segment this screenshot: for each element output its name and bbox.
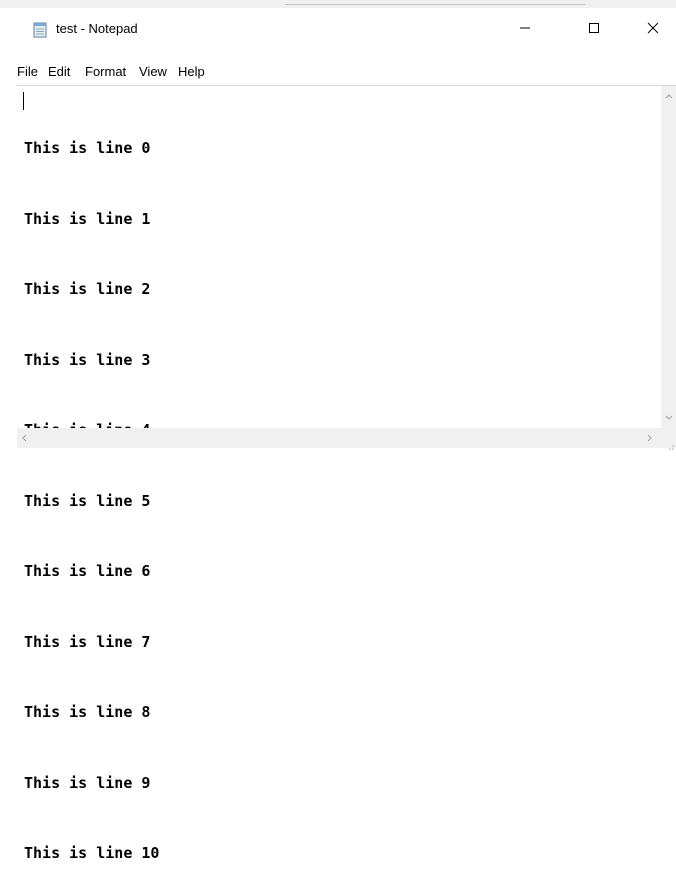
menu-help[interactable]: Help: [178, 64, 205, 79]
text-line: This is line 0: [24, 139, 151, 157]
menu-format[interactable]: Format: [85, 64, 126, 79]
text-line: This is line 6: [24, 562, 151, 580]
title-bar[interactable]: test - Notepad: [11, 10, 676, 46]
scroll-up-arrow-icon[interactable]: [665, 92, 673, 102]
minimize-icon: [519, 19, 531, 38]
vertical-scrollbar[interactable]: [661, 85, 676, 428]
text-line: This is line 1: [24, 209, 151, 228]
window-title: test - Notepad: [56, 21, 138, 36]
text-line: This is line 9: [24, 773, 151, 792]
scroll-down-arrow-icon[interactable]: [665, 414, 673, 424]
text-line: This is line 8: [24, 703, 151, 721]
menu-view[interactable]: View: [139, 64, 167, 79]
text-line: This is line 5: [24, 491, 151, 510]
menu-bar: File Edit Format View Help: [11, 60, 676, 84]
close-icon: [647, 19, 659, 38]
text-line: This is line 10: [24, 844, 160, 862]
notepad-window: test - Notepad File Edit Format View Hel…: [1, 10, 676, 862]
scroll-right-arrow-icon[interactable]: [647, 434, 653, 445]
resize-grip[interactable]: [661, 428, 676, 450]
maximize-icon: [588, 19, 600, 38]
horizontal-scrollbar[interactable]: [17, 428, 661, 448]
text-editor-area[interactable]: This is line 0 This is line 1 This is li…: [17, 85, 661, 862]
minimize-button[interactable]: [502, 10, 548, 46]
notepad-icon[interactable]: [32, 22, 48, 38]
background-window-edge: [285, 4, 585, 8]
scroll-left-arrow-icon[interactable]: [21, 434, 27, 445]
text-line: This is line 2: [24, 280, 151, 298]
menu-edit[interactable]: Edit: [48, 64, 70, 79]
background-window: [0, 0, 676, 8]
editor-content[interactable]: This is line 0 This is line 1 This is li…: [24, 90, 159, 876]
resize-grip-icon: [665, 436, 675, 455]
text-line: This is line 7: [24, 632, 151, 651]
close-button[interactable]: [630, 10, 676, 46]
menu-file[interactable]: File: [17, 64, 38, 79]
text-line: This is line 3: [24, 350, 151, 369]
maximize-button[interactable]: [571, 10, 617, 46]
